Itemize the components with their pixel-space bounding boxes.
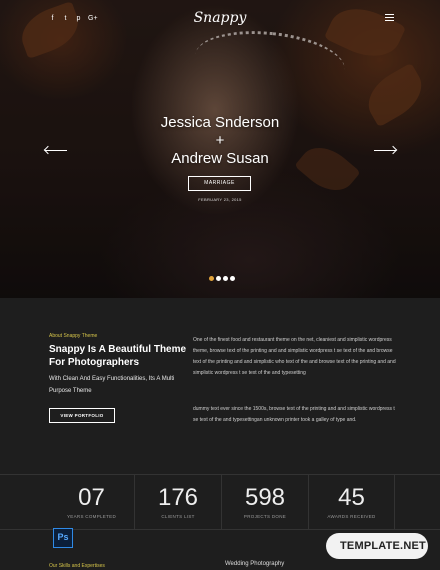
stat-label: AWARDS RECEIVED [327, 514, 376, 519]
stats-bar: 07 YEARS COMPLETED 176 CLIENTS LIST 598 … [0, 474, 440, 531]
slider-dot-3[interactable] [223, 276, 228, 281]
hero-plus: + [215, 132, 225, 149]
hamburger-menu-icon[interactable] [385, 14, 394, 23]
about-paragraph-2: dummy text ever since the 1500s, browse … [193, 406, 395, 423]
slider-dot-4[interactable] [230, 276, 235, 281]
hero-slider: f t p G+ Snappy Jessica Snderson + Andre… [0, 0, 440, 298]
skills-label: Our Skills and Expertises [49, 563, 105, 569]
about-eyebrow: About Snappy Theme [49, 333, 98, 339]
hero-name-2: Andrew Susan [171, 150, 269, 167]
stat-value: 07 [78, 484, 105, 511]
stat-awards: 45 AWARDS RECEIVED [309, 475, 395, 531]
template-net-watermark: TEMPLATE.NET [326, 533, 428, 559]
slider-dot-2[interactable] [216, 276, 221, 281]
hero-name-1: Jessica Snderson [160, 114, 280, 131]
about-paragraph-1: One of the finest food and restaurant th… [193, 337, 396, 376]
slider-dots [209, 276, 235, 281]
stat-label: YEARS COMPLETED [66, 514, 116, 519]
about-section: About Snappy Theme Snappy Is A Beautiful… [0, 298, 440, 474]
view-portfolio-button[interactable]: VIEW PORTFOLIO [49, 408, 115, 423]
stat-value: 598 [244, 484, 286, 511]
stat-projects: 598 PROJECTS DONE [222, 475, 309, 531]
photoshop-icon: Ps [53, 528, 73, 548]
hero-date: FEBRUARY 23, 2015 [198, 197, 242, 202]
about-subtitle: With Clean And Easy Functionalities, Its… [49, 376, 175, 394]
slider-dot-1[interactable] [209, 276, 214, 281]
stat-years: 07 YEARS COMPLETED [49, 475, 135, 531]
stat-label: CLIENTS LIST [161, 514, 195, 519]
stat-value: 45 [338, 484, 365, 511]
wedding-photography-label: Wedding Photography [225, 561, 285, 567]
watermark-text: TEMPLATE.NET [340, 540, 426, 552]
site-logo[interactable]: Snappy [0, 10, 440, 26]
stat-clients: 176 CLIENTS LIST [135, 475, 222, 531]
about-title: Snappy Is A Beautiful Theme For Photogra… [49, 344, 187, 368]
stat-label: PROJECTS DONE [243, 514, 287, 519]
marriage-button[interactable]: MARRIAGE [188, 176, 251, 191]
stat-value: 176 [157, 484, 199, 511]
hero-couple-names: Jessica Snderson + Andrew Susan [0, 114, 440, 168]
